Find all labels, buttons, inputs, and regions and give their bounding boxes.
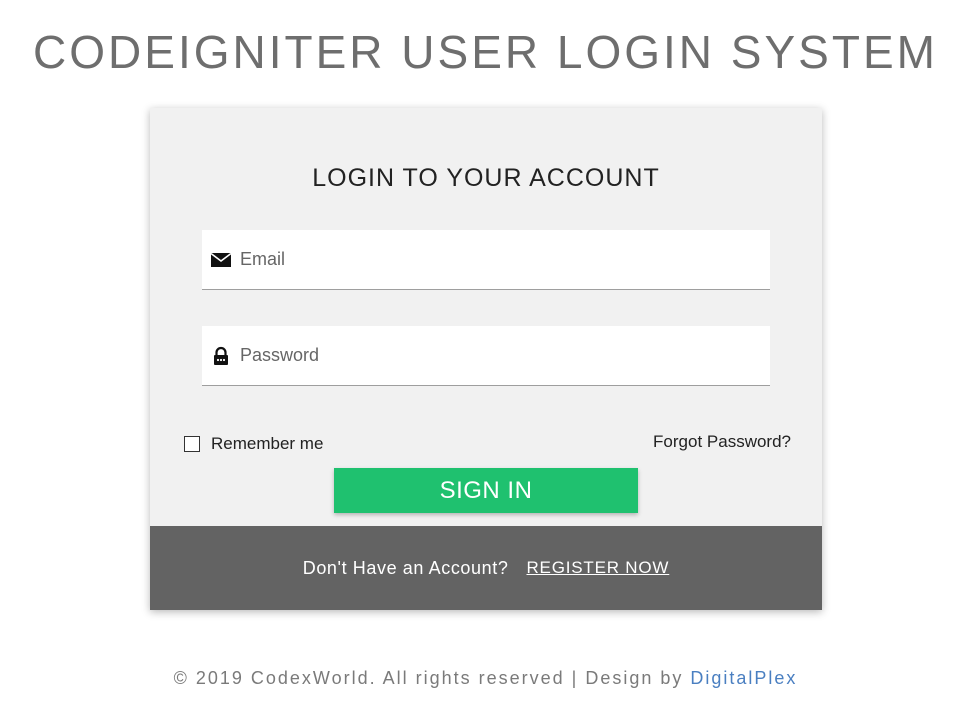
register-bar: Don't Have an Account? REGISTER NOW: [150, 526, 822, 610]
login-card-title: LOGIN TO YOUR ACCOUNT: [312, 164, 660, 192]
sign-in-button[interactable]: SIGN IN: [334, 468, 638, 513]
page: CODEIGNITER USER LOGIN SYSTEM LOGIN TO Y…: [0, 0, 971, 703]
copyright-footer: © 2019 CodexWorld. All rights reserved |…: [0, 668, 971, 689]
remember-me-label[interactable]: Remember me: [211, 434, 323, 454]
page-title: CODEIGNITER USER LOGIN SYSTEM: [33, 26, 938, 78]
password-field[interactable]: [202, 326, 770, 386]
forgot-password-link[interactable]: Forgot Password?: [653, 432, 791, 452]
password-input[interactable]: [240, 326, 760, 384]
lock-icon: [210, 346, 232, 366]
envelope-icon: [210, 250, 232, 270]
email-input[interactable]: [240, 230, 760, 288]
login-card: LOGIN TO YOUR ACCOUNT Email Remember me …: [150, 108, 822, 610]
remember-me[interactable]: Remember me: [184, 433, 323, 455]
email-field[interactable]: [202, 230, 770, 290]
remember-me-checkbox[interactable]: [184, 436, 200, 452]
no-account-text: Don't Have an Account?: [302, 557, 509, 578]
copyright-text: © 2019 CodexWorld. All rights reserved |…: [173, 668, 691, 688]
register-now-link[interactable]: REGISTER NOW: [526, 558, 669, 578]
designer-link[interactable]: DigitalPlex: [690, 668, 797, 688]
